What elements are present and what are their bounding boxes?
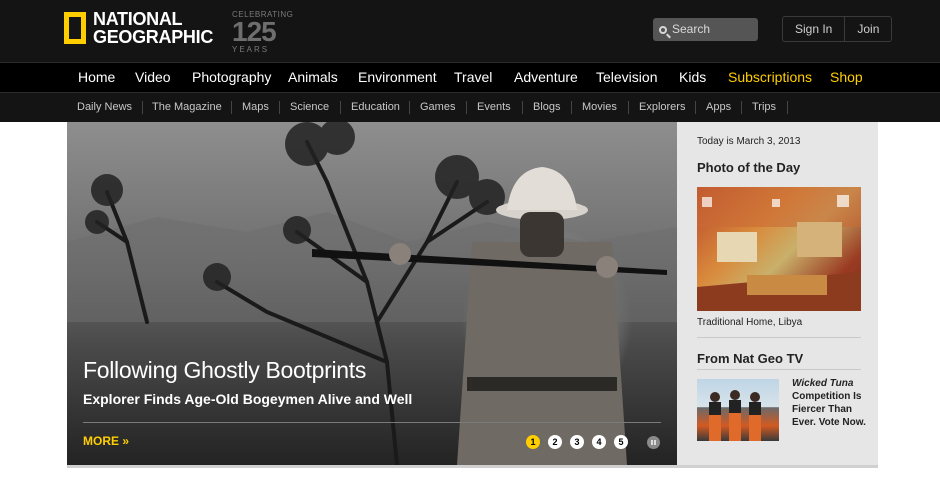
search-icon — [659, 26, 667, 34]
nav-shop[interactable]: Shop — [830, 69, 863, 85]
subnav-explorers[interactable]: Explorers — [639, 101, 685, 113]
pause-icon[interactable] — [647, 436, 660, 449]
subnav-blogs[interactable]: Blogs — [533, 101, 561, 113]
nav-adventure[interactable]: Adventure — [514, 69, 578, 85]
tv-show-name: Wicked Tuna — [792, 378, 854, 389]
hero-photo-explorer — [67, 122, 677, 465]
nav-home[interactable]: Home — [78, 69, 115, 85]
main-nav: Home Video Photography Animals Environme… — [0, 62, 940, 93]
yellow-border-icon — [64, 12, 86, 44]
nav-animals[interactable]: Animals — [288, 69, 338, 85]
subnav-apps[interactable]: Apps — [706, 101, 731, 113]
subnav-games[interactable]: Games — [420, 101, 455, 113]
nav-kids[interactable]: Kids — [679, 69, 706, 85]
natgeo-logo[interactable]: NATIONAL GEOGRAPHIC — [64, 10, 213, 46]
subnav-divider — [571, 101, 572, 114]
hero-slideshow[interactable]: Following Ghostly Bootprints Explorer Fi… — [67, 122, 677, 465]
subnav-events[interactable]: Events — [477, 101, 511, 113]
slide-dot-1[interactable]: 1 — [526, 435, 540, 449]
subnav-divider — [142, 101, 143, 114]
tv-promo-text[interactable]: Wicked Tuna Competition Is Fiercer Than … — [792, 377, 872, 429]
celebrating-number: 125 — [232, 16, 277, 47]
hero-subtitle: Explorer Finds Age-Old Bogeymen Alive an… — [83, 391, 413, 407]
celebrating-unit: YEARS — [232, 45, 270, 54]
subnav-trips[interactable]: Trips — [752, 101, 776, 113]
account-links: Sign In Join — [782, 16, 893, 42]
subnav-science[interactable]: Science — [290, 101, 329, 113]
hero-title[interactable]: Following Ghostly Bootprints — [83, 357, 366, 384]
wicked-tuna-thumbnail[interactable] — [697, 379, 779, 441]
content-bottom-border — [67, 465, 878, 468]
tv-promo-description: Competition Is Fiercer Than Ever. Vote N… — [792, 391, 866, 428]
slide-dot-3[interactable]: 3 — [570, 435, 584, 449]
logo-line1: NATIONAL — [93, 9, 183, 29]
today-date: Today is March 3, 2013 — [697, 136, 801, 147]
subnav-divider — [231, 101, 232, 114]
nat-geo-tv-heading[interactable]: From Nat Geo TV — [697, 351, 803, 366]
nav-travel[interactable]: Travel — [454, 69, 492, 85]
search-placeholder: Search — [672, 22, 711, 36]
photo-of-the-day-image[interactable] — [697, 187, 861, 311]
subnav-daily-news[interactable]: Daily News — [77, 101, 132, 113]
subnav-divider — [340, 101, 341, 114]
subnav-divider — [279, 101, 280, 114]
slideshow-pagination: 1 2 3 4 5 — [526, 435, 636, 449]
top-header: NATIONAL GEOGRAPHIC CELEBRATING 125 YEAR… — [0, 0, 940, 62]
subnav-divider — [695, 101, 696, 114]
sub-nav: Daily News The Magazine Maps Science Edu… — [0, 93, 940, 122]
hero-divider — [83, 422, 661, 423]
subnav-education[interactable]: Education — [351, 101, 400, 113]
subnav-movies[interactable]: Movies — [582, 101, 617, 113]
celebrating-125-badge: CELEBRATING 125 YEARS — [232, 10, 293, 54]
nav-photography[interactable]: Photography — [192, 69, 271, 85]
logo-line2: GEOGRAPHIC — [93, 27, 214, 47]
subnav-divider — [522, 101, 523, 114]
subnav-divider — [628, 101, 629, 114]
fishermen-illustration — [709, 390, 761, 441]
subnav-maps[interactable]: Maps — [242, 101, 269, 113]
subnav-the-magazine[interactable]: The Magazine — [152, 101, 222, 113]
slide-dot-5[interactable]: 5 — [614, 435, 628, 449]
sidebar-divider — [697, 369, 861, 370]
photo-of-the-day-heading[interactable]: Photo of the Day — [697, 160, 800, 175]
join-link[interactable]: Join — [845, 17, 891, 41]
nav-subscriptions[interactable]: Subscriptions — [728, 69, 812, 85]
search-input[interactable]: Search — [653, 18, 758, 41]
slide-dot-4[interactable]: 4 — [592, 435, 606, 449]
nav-environment[interactable]: Environment — [358, 69, 437, 85]
nav-video[interactable]: Video — [135, 69, 171, 85]
subnav-divider — [409, 101, 410, 114]
nav-television[interactable]: Television — [596, 69, 657, 85]
sidebar: Today is March 3, 2013 Photo of the Day … — [677, 122, 878, 465]
sidebar-divider — [697, 337, 861, 338]
subnav-divider — [741, 101, 742, 114]
photo-caption[interactable]: Traditional Home, Libya — [697, 317, 802, 328]
libya-interior-illustration — [697, 187, 861, 311]
sign-in-link[interactable]: Sign In — [783, 17, 844, 41]
hero-more-link[interactable]: MORE » — [83, 434, 129, 448]
slide-dot-2[interactable]: 2 — [548, 435, 562, 449]
subnav-divider — [787, 101, 788, 114]
subnav-divider — [466, 101, 467, 114]
